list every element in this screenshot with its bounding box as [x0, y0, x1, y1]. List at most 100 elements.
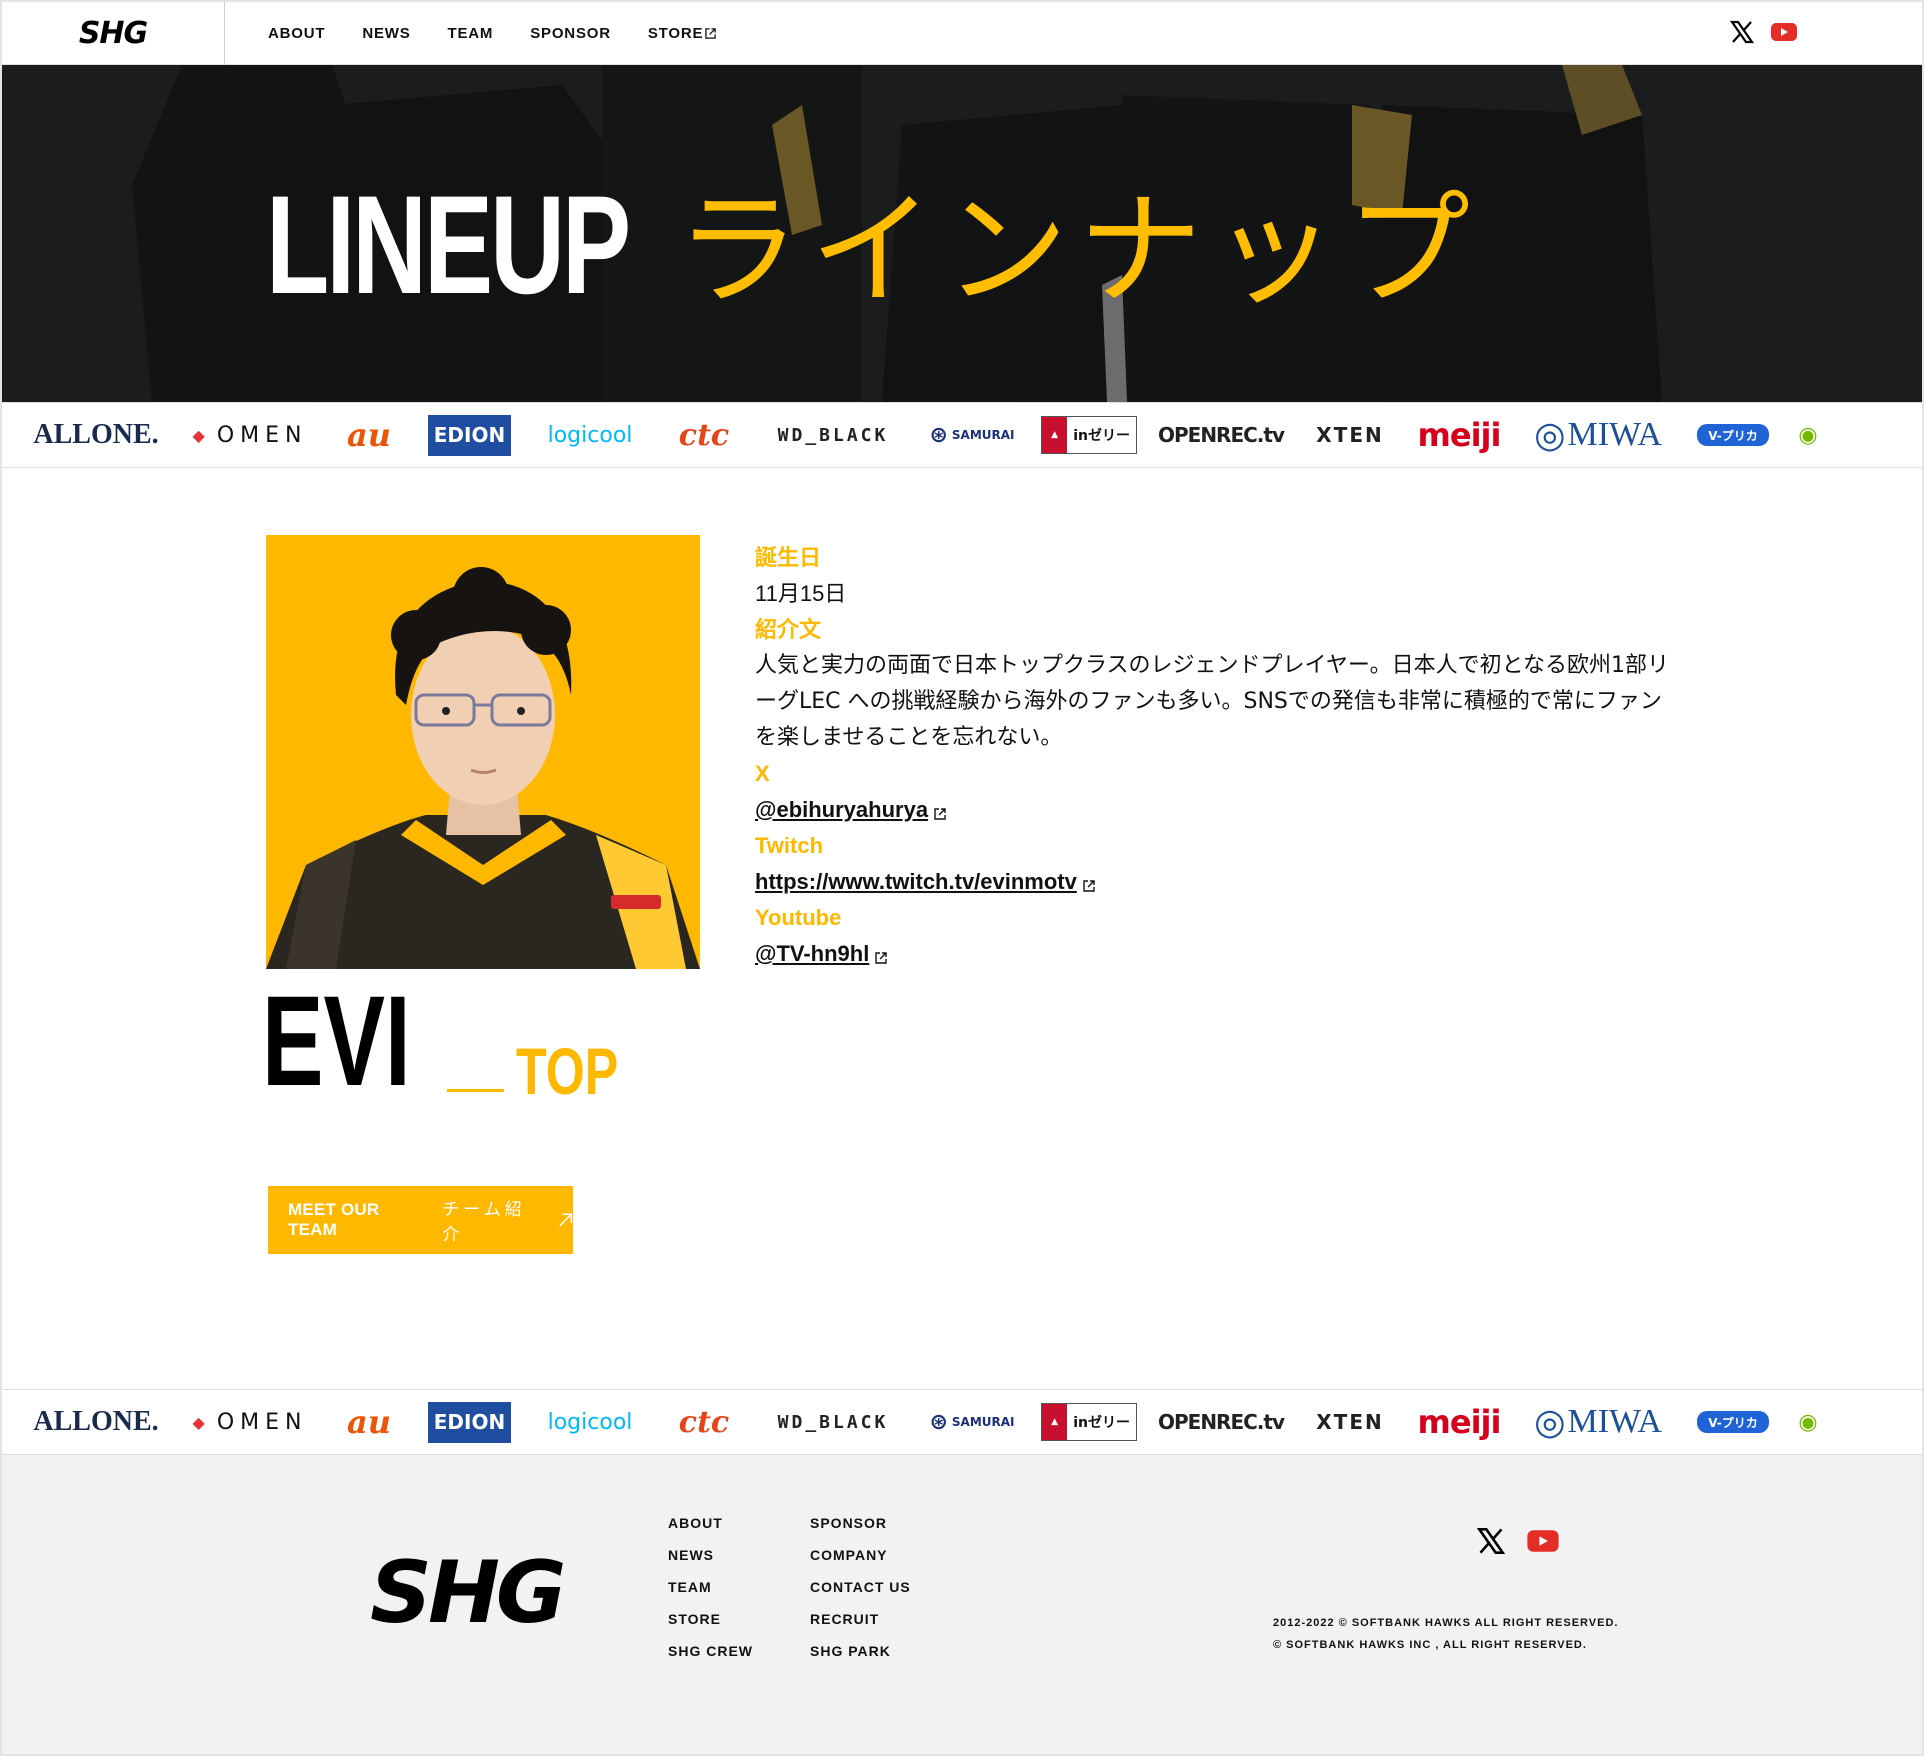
twitch-url-link[interactable]: https://www.twitch.tv/evinmotv	[755, 864, 1077, 900]
x-link-row: @ebihuryahurya	[755, 792, 1675, 828]
copyright: 2012-2022 © SOFTBANK HAWKS ALL RIGHT RES…	[1273, 1612, 1618, 1656]
twitch-label: Twitch	[755, 833, 824, 858]
main-nav: ABOUT NEWS TEAM SPONSOR STORE	[268, 2, 716, 65]
sponsor-wd-black[interactable]: WD_BLACK	[763, 415, 903, 455]
x-icon[interactable]	[1730, 20, 1754, 44]
sponsor-nvidia-icon[interactable]: ◉	[1793, 422, 1823, 447]
youtube-link-row: @TV-hn9hl	[755, 936, 1675, 972]
hero-title-jp: ラインナップ	[676, 179, 1481, 323]
footer-nav-col2: SPONSOR COMPANY CONTACT US RECRUIT SHG P…	[810, 1507, 911, 1667]
sponsor-wd-black[interactable]: WD_BLACK	[763, 1402, 903, 1442]
nav-sponsor[interactable]: SPONSOR	[530, 25, 611, 42]
sponsor-injelly[interactable]: ▲ inゼリー	[1041, 416, 1137, 454]
copyright-line2: © SOFTBANK HAWKS INC , ALL RIGHT RESERVE…	[1273, 1639, 1587, 1651]
nav-about[interactable]: ABOUT	[268, 25, 325, 42]
sponsor-samurai[interactable]: ⊛ SAMURAI	[927, 415, 1017, 455]
samurai-globe-icon: ⊛	[929, 1409, 948, 1435]
sponsor-strip-top: ALLONE. ◆ OMEN au EDION logicool ctc WD_B…	[2, 402, 1922, 468]
omen-diamond-icon: ◆	[192, 425, 211, 445]
nav-store-label: STORE	[647, 25, 704, 42]
footer-logo[interactable]: SHG	[370, 1550, 567, 1636]
player-role: TOP	[516, 1034, 619, 1108]
sponsor-samurai[interactable]: ⊛ SAMURAI	[927, 1402, 1017, 1442]
sponsor-openrec[interactable]: OPENREC.tv	[1158, 415, 1285, 455]
external-link-icon	[705, 28, 716, 39]
nav-sponsor-label: SPONSOR	[530, 25, 611, 42]
miwa-swirl-icon: ◎	[1534, 1402, 1566, 1442]
sponsor-vpreca[interactable]: V-プリカ	[1697, 424, 1769, 446]
sponsor-nvidia-icon[interactable]: ◉	[1793, 1409, 1823, 1434]
nav-about-label: ABOUT	[268, 25, 326, 42]
sponsor-xten[interactable]: XTEN	[1305, 1402, 1395, 1442]
footer-link-recruit[interactable]: RECRUIT	[810, 1603, 911, 1635]
nav-news[interactable]: NEWS	[362, 25, 410, 42]
footer-link-sponsor[interactable]: SPONSOR	[810, 1507, 911, 1539]
footer-link-team[interactable]: TEAM	[668, 1571, 753, 1603]
sponsor-openrec[interactable]: OPENREC.tv	[1158, 1402, 1285, 1442]
header-logo[interactable]: SHG	[2, 2, 225, 65]
nav-team[interactable]: TEAM	[448, 25, 494, 42]
footer-link-shg-park[interactable]: SHG PARK	[810, 1635, 911, 1667]
nav-news-label: NEWS	[362, 25, 411, 42]
sponsor-strip-bottom: ALLONE. ◆ OMEN au EDION logicool ctc WD_B…	[2, 1389, 1922, 1455]
sponsor-meiji[interactable]: meiji	[1418, 1402, 1502, 1442]
sponsor-samurai-label: SAMURAI	[951, 1415, 1015, 1429]
hero-title-en: LINEUP	[266, 166, 631, 323]
name-role-separator	[447, 1089, 504, 1092]
site-footer: SHG ABOUT NEWS TEAM STORE SHG CREW SPONS…	[2, 1455, 1922, 1754]
footer-link-news[interactable]: NEWS	[668, 1539, 753, 1571]
morinaga-mark-icon: ▲	[1042, 417, 1068, 453]
footer-link-shg-crew[interactable]: SHG CREW	[668, 1635, 753, 1667]
sponsor-miwa-label: MIWA	[1567, 1403, 1662, 1440]
sponsor-allone[interactable]: ALLONE.	[26, 1402, 166, 1442]
sponsor-miwa[interactable]: ◎ MIWA	[1523, 415, 1673, 455]
bio-label: 紹介文	[755, 617, 822, 642]
sponsor-xten[interactable]: XTEN	[1305, 415, 1395, 455]
footer-link-store[interactable]: STORE	[668, 1603, 753, 1635]
bio-text: 人気と実力の両面で日本トップクラスのレジェンドプレイヤー。日本人で初となる欧州1…	[755, 653, 1670, 750]
nav-team-label: TEAM	[447, 25, 494, 42]
sponsor-injelly-label: inゼリー	[1073, 428, 1130, 444]
sponsor-miwa[interactable]: ◎ MIWA	[1523, 1402, 1673, 1442]
youtube-handle-link[interactable]: @TV-hn9hl	[755, 936, 869, 972]
sponsor-omen-label: OMEN	[216, 1409, 308, 1435]
meet-our-team-button[interactable]: MEET OUR TEAM チーム紹介	[268, 1186, 573, 1254]
hero-banner: LINEUP ラインナップ	[2, 65, 1922, 402]
x-icon[interactable]	[1477, 1527, 1505, 1555]
footer-link-contact[interactable]: CONTACT US	[810, 1571, 911, 1603]
x-handle-link[interactable]: @ebihuryahurya	[755, 792, 928, 828]
player-name-row: EVI TOP	[262, 978, 650, 1106]
sponsor-ctc[interactable]: ctc	[669, 415, 739, 455]
player-info: 誕生日 11月15日 紹介文 人気と実力の両面で日本トップクラスのレジェンドプレ…	[755, 540, 1675, 972]
sponsor-edion[interactable]: EDION	[428, 414, 511, 456]
player-name: EVI	[262, 970, 411, 1113]
player-photo	[266, 535, 700, 969]
arrow-up-right-icon	[559, 1213, 572, 1227]
twitch-link-row: https://www.twitch.tv/evinmotv	[755, 864, 1675, 900]
copyright-line1: 2012-2022 © SOFTBANK HAWKS ALL RIGHT RES…	[1273, 1617, 1619, 1629]
team-button-jp: チーム紹介	[442, 1200, 526, 1245]
shg-logo-text: SHG	[78, 16, 148, 51]
sponsor-au[interactable]: au	[334, 415, 404, 455]
sponsor-vpreca[interactable]: V-プリカ	[1697, 1411, 1769, 1433]
sponsor-au[interactable]: au	[334, 1402, 404, 1442]
footer-link-about[interactable]: ABOUT	[668, 1507, 753, 1539]
sponsor-allone[interactable]: ALLONE.	[26, 415, 166, 455]
sponsor-logicool[interactable]: logicool	[535, 1402, 645, 1442]
sponsor-edion[interactable]: EDION	[428, 1401, 511, 1443]
sponsor-ctc[interactable]: ctc	[669, 1402, 739, 1442]
x-label: X	[755, 761, 770, 786]
sponsor-meiji[interactable]: meiji	[1418, 415, 1502, 455]
sponsor-omen[interactable]: ◆ OMEN	[190, 415, 310, 455]
sponsor-injelly[interactable]: ▲ inゼリー	[1041, 1403, 1137, 1441]
sponsor-samurai-label: SAMURAI	[951, 428, 1015, 442]
sponsor-omen[interactable]: ◆ OMEN	[190, 1402, 310, 1442]
youtube-icon[interactable]	[1771, 22, 1797, 42]
footer-link-company[interactable]: COMPANY	[810, 1539, 911, 1571]
sponsor-injelly-label: inゼリー	[1073, 1415, 1130, 1431]
sponsor-omen-label: OMEN	[216, 422, 308, 448]
external-link-icon	[875, 952, 888, 964]
youtube-icon[interactable]	[1527, 1529, 1559, 1553]
sponsor-logicool[interactable]: logicool	[535, 415, 645, 455]
nav-store[interactable]: STORE	[648, 25, 716, 42]
